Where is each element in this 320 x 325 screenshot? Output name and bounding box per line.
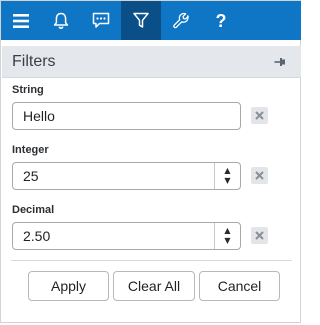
menu-icon	[13, 13, 29, 28]
close-icon	[255, 231, 264, 240]
panel-title: Filters	[12, 52, 56, 70]
panel-header: Filters	[2, 46, 301, 78]
chevron-down-icon[interactable]: ▼	[224, 176, 230, 186]
pin-icon[interactable]	[273, 55, 287, 69]
string-input[interactable]: Hello	[12, 102, 241, 130]
filter-icon	[133, 12, 149, 28]
chevron-up-icon[interactable]: ▲	[224, 166, 230, 176]
clear-decimal-button[interactable]	[251, 227, 268, 244]
decimal-label: Decimal	[12, 204, 55, 216]
cancel-button[interactable]: Cancel	[199, 271, 280, 301]
chat-icon	[92, 12, 110, 28]
chevron-up-icon[interactable]: ▲	[224, 226, 230, 236]
divider	[11, 260, 292, 261]
filter-button[interactable]	[121, 1, 161, 40]
close-icon	[255, 171, 264, 180]
decimal-stepper[interactable]: ▲ ▼	[214, 223, 240, 249]
decimal-input[interactable]: 2.50 ▲ ▼	[12, 222, 241, 250]
integer-value: 25	[23, 168, 39, 184]
notifications-button[interactable]	[41, 1, 81, 40]
wrench-icon	[172, 12, 189, 29]
chevron-down-icon[interactable]: ▼	[224, 236, 230, 246]
chat-button[interactable]	[81, 1, 121, 40]
string-value: Hello	[23, 108, 55, 124]
decimal-value: 2.50	[23, 228, 51, 244]
top-toolbar: ?	[1, 1, 301, 40]
apply-button[interactable]: Apply	[28, 271, 109, 301]
filters-window: ? Filters String Hello Integer 25 ▲ ▼ De…	[0, 0, 301, 323]
close-icon	[255, 111, 264, 120]
integer-label: Integer	[12, 144, 49, 156]
menu-button[interactable]	[1, 1, 41, 40]
integer-input[interactable]: 25 ▲ ▼	[12, 162, 241, 190]
bell-icon	[53, 12, 69, 29]
help-icon: ?	[215, 10, 227, 31]
help-button[interactable]: ?	[201, 1, 241, 40]
clear-string-button[interactable]	[251, 107, 268, 124]
string-label: String	[12, 84, 44, 96]
clear-all-button[interactable]: Clear All	[113, 271, 195, 301]
clear-integer-button[interactable]	[251, 167, 268, 184]
settings-button[interactable]	[161, 1, 201, 40]
integer-stepper[interactable]: ▲ ▼	[214, 163, 240, 189]
